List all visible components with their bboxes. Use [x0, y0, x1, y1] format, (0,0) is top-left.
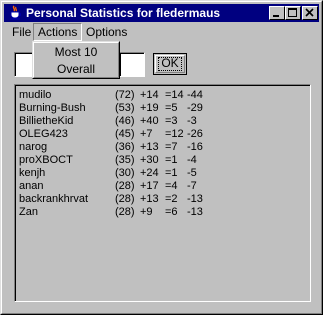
player-name: Burning-Bush: [19, 102, 86, 114]
losses: -26: [187, 128, 203, 140]
draws: =12: [165, 128, 184, 140]
maximize-button[interactable]: [285, 6, 301, 20]
actions-dropdown-menu: Most 10 Overall: [32, 41, 120, 79]
draws: =2: [165, 193, 178, 205]
close-button[interactable]: [302, 6, 318, 20]
losses: -13: [187, 206, 203, 218]
menu-item-overall[interactable]: Overall: [33, 61, 119, 78]
losses: -4: [187, 154, 197, 166]
losses: -7: [187, 180, 197, 192]
games-total: (53): [115, 102, 135, 114]
right-input[interactable]: [119, 52, 145, 77]
games-total: (28): [115, 193, 135, 205]
draws: =7: [165, 141, 178, 153]
wins: +13: [140, 193, 159, 205]
minimize-icon: [273, 15, 279, 17]
menu-item-most-10[interactable]: Most 10: [33, 44, 119, 61]
menu-bar: File Actions Options: [4, 23, 319, 41]
draws: =6: [165, 206, 178, 218]
draws: =5: [165, 102, 178, 114]
player-name: OLEG423: [19, 128, 68, 140]
statistics-window: Personal Statistics for fledermaus File …: [0, 0, 323, 315]
games-total: (30): [115, 167, 135, 179]
maximize-icon: [288, 8, 297, 17]
wins: +40: [140, 115, 159, 127]
wins: +9: [140, 206, 153, 218]
games-total: (45): [115, 128, 135, 140]
ok-button[interactable]: OK: [153, 53, 187, 75]
losses: -44: [187, 89, 203, 101]
wins: +30: [140, 154, 159, 166]
losses: -5: [187, 167, 197, 179]
player-name: anan: [19, 180, 44, 192]
player-name: kenjh: [19, 167, 46, 179]
losses: -29: [187, 102, 203, 114]
games-total: (28): [115, 180, 135, 192]
menu-actions[interactable]: Actions: [33, 23, 83, 41]
games-total: (72): [115, 89, 135, 101]
draws: =1: [165, 167, 178, 179]
java-cup-icon[interactable]: [7, 5, 23, 21]
title-bar[interactable]: Personal Statistics for fledermaus: [4, 4, 319, 22]
stats-list[interactable]: mudilo (72) +14 =14 -44 Burning-Bush (53…: [14, 84, 311, 302]
wins: +13: [140, 141, 159, 153]
player-name: proXBOCT: [19, 154, 73, 166]
games-total: (35): [115, 154, 135, 166]
player-name: backrankhrvat: [19, 193, 89, 205]
wins: +14: [140, 89, 159, 101]
menu-options[interactable]: Options: [82, 23, 131, 41]
draws: =3: [165, 115, 178, 127]
menu-file[interactable]: File: [8, 23, 35, 41]
games-total: (36): [115, 141, 135, 153]
player-name: mudilo: [19, 89, 52, 101]
wins: +7: [140, 128, 153, 140]
wins: +24: [140, 167, 159, 179]
player-name: BillietheKid: [19, 115, 74, 127]
player-name: narog: [19, 141, 48, 153]
games-total: (46): [115, 115, 135, 127]
games-total: (28): [115, 206, 135, 218]
losses: -13: [187, 193, 203, 205]
player-name: Zan: [19, 206, 38, 218]
draws: =14: [165, 89, 184, 101]
losses: -16: [187, 141, 203, 153]
minimize-button[interactable]: [269, 6, 285, 20]
wins: +19: [140, 102, 159, 114]
ok-button-label: OK: [161, 56, 179, 70]
draws: =4: [165, 180, 178, 192]
close-icon: [305, 8, 314, 17]
window-title: Personal Statistics for fledermaus: [26, 6, 221, 20]
draws: =1: [165, 154, 178, 166]
losses: -3: [187, 115, 197, 127]
wins: +17: [140, 180, 159, 192]
